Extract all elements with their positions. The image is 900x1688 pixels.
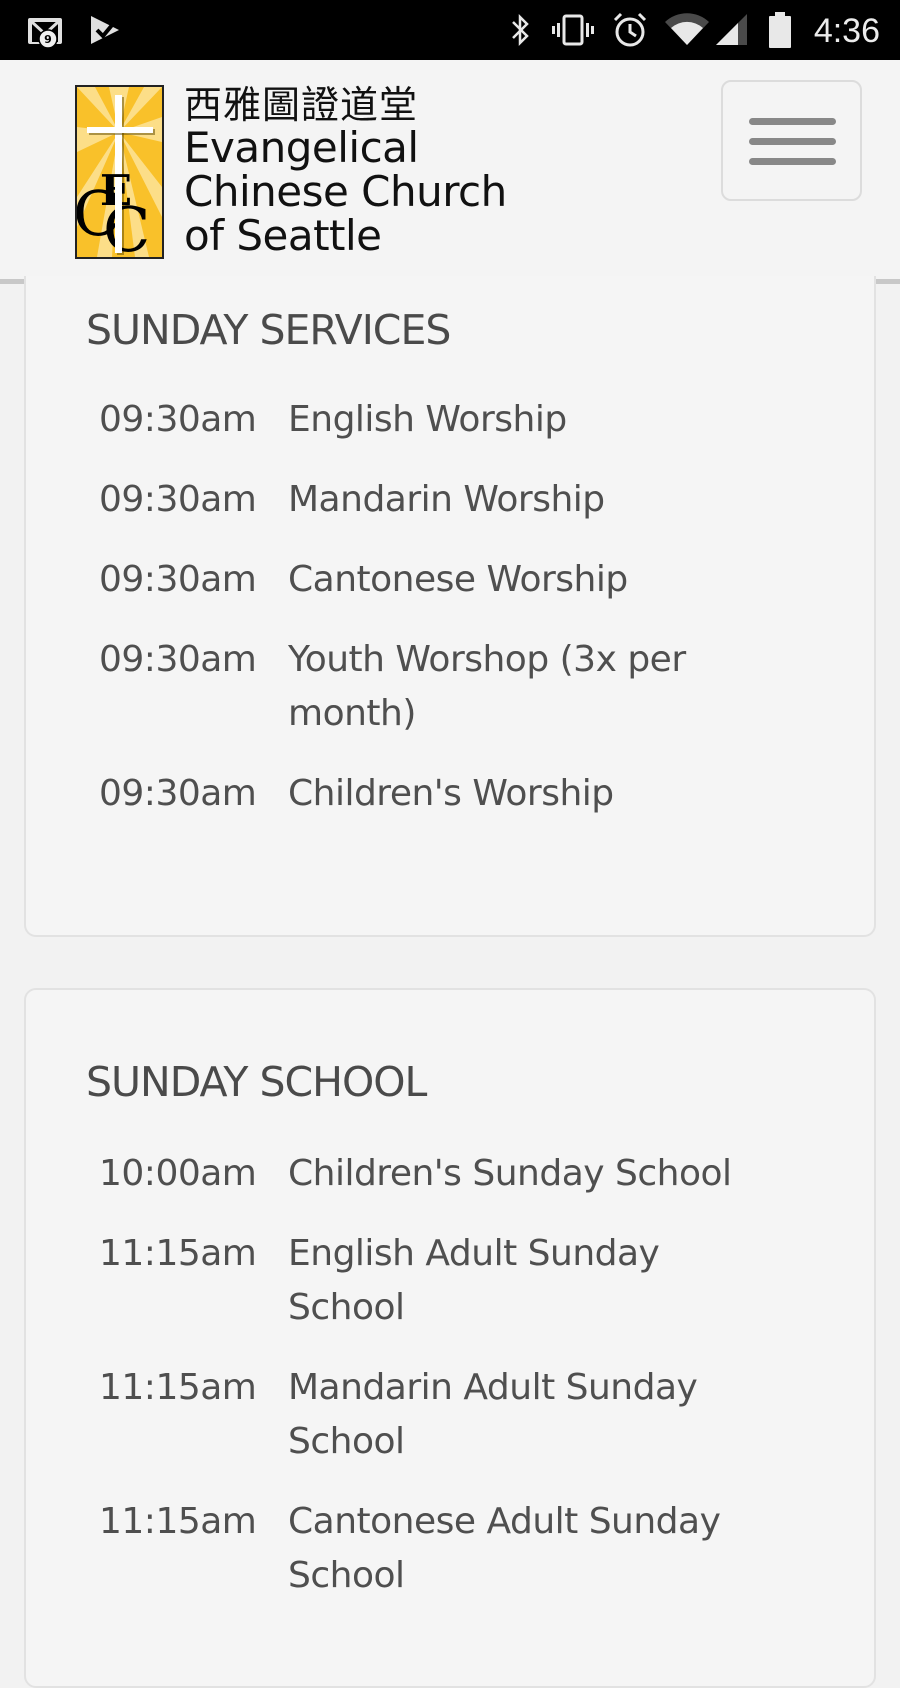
battery-icon <box>766 0 794 60</box>
status-bar: 9 4:36 <box>0 0 900 60</box>
class-time: 11:15am <box>99 1233 257 1274</box>
bluetooth-icon <box>506 0 536 60</box>
sunday-school-card: SUNDAY SCHOOL 10:00am Children's Sunday … <box>24 988 876 1688</box>
wifi-icon <box>664 0 710 60</box>
notification-count: 9 <box>44 33 52 46</box>
church-name-line-3: of Seattle <box>184 211 382 260</box>
service-time: 09:30am <box>99 559 257 600</box>
cell-signal-icon <box>714 0 750 60</box>
vibrate-icon <box>550 0 596 60</box>
service-name: Mandarin Worship <box>288 479 605 520</box>
service-name: Youth Worshop (3x per month) <box>288 639 686 734</box>
svg-text:C: C <box>103 193 150 257</box>
menu-toggle-button[interactable] <box>721 80 862 201</box>
service-time: 09:30am <box>99 399 257 440</box>
service-time: 09:30am <box>99 639 257 680</box>
church-name-chinese: 西雅圖證道堂 <box>184 83 419 127</box>
service-name: Cantonese Worship <box>288 559 628 600</box>
clock-time: 4:36 <box>813 12 880 50</box>
service-name: Children's Worship <box>288 773 614 814</box>
service-name: English Worship <box>288 399 567 440</box>
church-name-line-2: Chinese Church <box>184 167 507 216</box>
class-time: 11:15am <box>99 1367 257 1408</box>
service-time: 09:30am <box>99 773 257 814</box>
class-time: 10:00am <box>99 1153 257 1194</box>
class-name: Children's Sunday School <box>288 1153 732 1194</box>
play-store-check-icon <box>88 0 124 60</box>
church-name: 西雅圖證道堂 Evangelical Chinese Church of Sea… <box>184 84 507 258</box>
alarm-icon <box>610 0 650 60</box>
class-name: Mandarin Adult Sunday School <box>288 1367 698 1462</box>
church-logo-icon: E C C <box>75 85 164 259</box>
section-title: SUNDAY SCHOOL <box>86 1058 427 1106</box>
service-time: 09:30am <box>99 479 257 520</box>
class-name: English Adult Sunday School <box>288 1233 660 1328</box>
church-name-line-1: Evangelical <box>184 123 419 172</box>
section-title: SUNDAY SERVICES <box>86 306 451 354</box>
sunday-services-card: SUNDAY SERVICES 09:30am English Worship … <box>24 276 876 937</box>
site-header: E C C 西雅圖證道堂 Evangelical Chinese Church … <box>0 60 900 284</box>
gmail-icon: 9 <box>26 0 66 60</box>
class-time: 11:15am <box>99 1501 257 1542</box>
class-name: Cantonese Adult Sunday School <box>288 1501 721 1596</box>
